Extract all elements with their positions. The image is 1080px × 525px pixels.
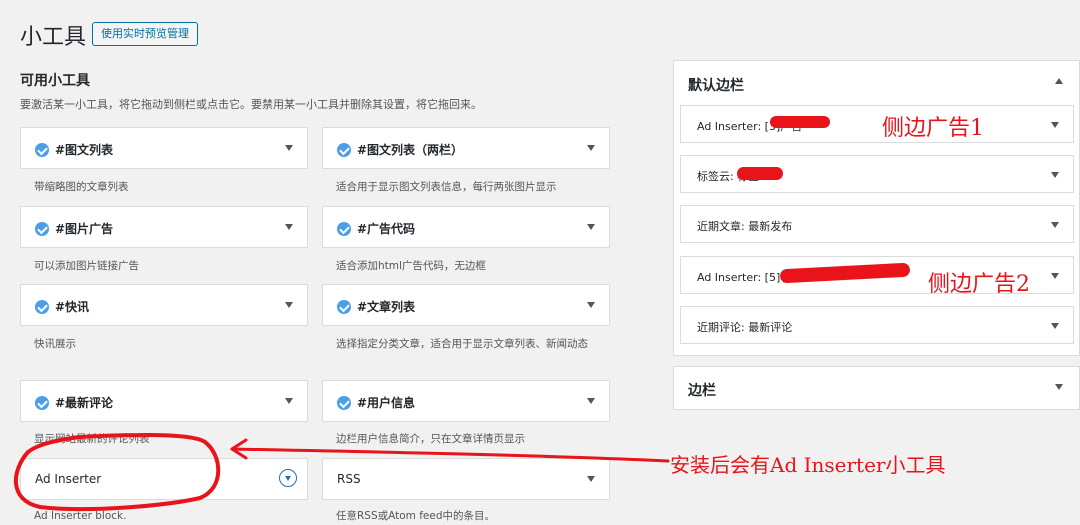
widget-article-list[interactable]: #文章列表 <box>322 284 610 326</box>
widget-ad-code[interactable]: #广告代码 <box>322 206 610 248</box>
widget-title: Ad Inserter <box>35 472 102 486</box>
sidebar-title: 默认边栏 <box>688 78 744 94</box>
chevron-down-icon[interactable] <box>285 398 293 404</box>
chevron-down-icon[interactable] <box>587 476 595 482</box>
widget-title: #文章列表 <box>357 300 416 314</box>
check-circle-icon <box>337 142 351 157</box>
side-ad-1-annotation: 侧边广告1 <box>882 116 984 141</box>
widget-rss[interactable]: RSS <box>322 458 610 500</box>
chevron-down-icon[interactable] <box>1051 122 1059 128</box>
widget-image-ad[interactable]: #图片广告 <box>20 206 308 248</box>
widget-description: 边栏用户信息简介，只在文章详情页显示 <box>336 433 525 445</box>
page-title: 小工具 <box>20 25 87 50</box>
widget-ad-inserter[interactable]: Ad Inserter <box>20 458 308 500</box>
redaction-mark <box>770 116 830 128</box>
chevron-down-icon[interactable] <box>285 145 293 151</box>
widget-news-flash[interactable]: #快讯 <box>20 284 308 326</box>
chevron-down-circle-icon[interactable] <box>279 469 297 487</box>
widget-user-info[interactable]: #用户信息 <box>322 380 610 422</box>
side-ad-2-annotation: 侧边广告2 <box>928 272 1030 297</box>
check-circle-icon <box>337 395 351 410</box>
widget-description: 选择指定分类文章，适合用于显示文章列表、新闻动态 <box>336 338 588 350</box>
chevron-down-icon[interactable] <box>587 398 595 404</box>
chevron-down-icon[interactable] <box>285 224 293 230</box>
widget-image-text-list-two-col[interactable]: #图文列表（两栏） <box>322 127 610 169</box>
widget-description: 适合用于显示图文列表信息，每行两张图片显示 <box>336 181 557 193</box>
chevron-down-icon[interactable] <box>1051 273 1059 279</box>
check-circle-icon <box>35 395 49 410</box>
widget-title: #图文列表 <box>55 143 114 157</box>
check-circle-icon <box>337 299 351 314</box>
chevron-down-icon[interactable] <box>285 302 293 308</box>
sidebar-widget-label: 近期文章: 最新发布 <box>697 220 793 233</box>
available-widgets-heading: 可用小工具 <box>20 73 90 89</box>
widget-image-text-list[interactable]: #图文列表 <box>20 127 308 169</box>
check-circle-icon <box>35 299 49 314</box>
chevron-down-icon[interactable] <box>1051 222 1059 228</box>
sidebar-title: 边栏 <box>688 383 716 399</box>
widget-description: 适合添加html广告代码，无边框 <box>336 260 486 272</box>
widget-description: 可以添加图片链接广告 <box>34 260 139 272</box>
widget-title: #用户信息 <box>357 396 416 410</box>
chevron-down-icon[interactable] <box>1051 172 1059 178</box>
chevron-up-icon[interactable] <box>1055 78 1063 84</box>
chevron-down-icon[interactable] <box>587 302 595 308</box>
install-note-annotation: 安装后会有Ad Inserter小工具 <box>670 453 946 477</box>
chevron-down-icon[interactable] <box>1051 323 1059 329</box>
widget-title: RSS <box>337 472 361 486</box>
sidebar-panel[interactable]: 边栏 <box>673 366 1080 410</box>
widget-title: #最新评论 <box>55 396 114 410</box>
widget-latest-comments[interactable]: #最新评论 <box>20 380 308 422</box>
check-circle-icon <box>35 221 49 236</box>
widget-title: #图片广告 <box>55 222 114 236</box>
check-circle-icon <box>337 221 351 236</box>
widget-description: 带缩略图的文章列表 <box>34 181 129 193</box>
check-circle-icon <box>35 142 49 157</box>
chevron-down-icon[interactable] <box>1055 384 1063 390</box>
widget-description: Ad Inserter block. <box>34 510 127 522</box>
chevron-down-icon[interactable] <box>587 145 595 151</box>
widget-title: #快讯 <box>55 300 90 314</box>
widget-description: 快讯展示 <box>34 338 76 350</box>
sidebar-widget-recent-posts[interactable]: 近期文章: 最新发布 <box>680 205 1074 243</box>
sidebar-widget-recent-comments[interactable]: 近期评论: 最新评论 <box>680 306 1074 344</box>
sidebar-widget-ad-inserter-3[interactable]: Ad Inserter: [3]广告 <box>680 105 1074 143</box>
live-preview-button[interactable]: 使用实时预览管理 <box>92 22 198 46</box>
sidebar-widget-label: 近期评论: 最新评论 <box>697 321 793 334</box>
chevron-down-icon[interactable] <box>587 224 595 230</box>
widget-description: 任意RSS或Atom feed中的条目。 <box>336 510 496 522</box>
widget-title: #广告代码 <box>357 222 416 236</box>
available-widgets-description: 要激活某一小工具，将它拖动到侧栏或点击它。要禁用某一小工具并删除其设置，将它拖回… <box>20 98 482 111</box>
redaction-mark <box>737 167 783 180</box>
widget-title: #图文列表（两栏） <box>357 143 464 157</box>
widget-description: 显示网站最新的评论列表 <box>34 433 150 445</box>
